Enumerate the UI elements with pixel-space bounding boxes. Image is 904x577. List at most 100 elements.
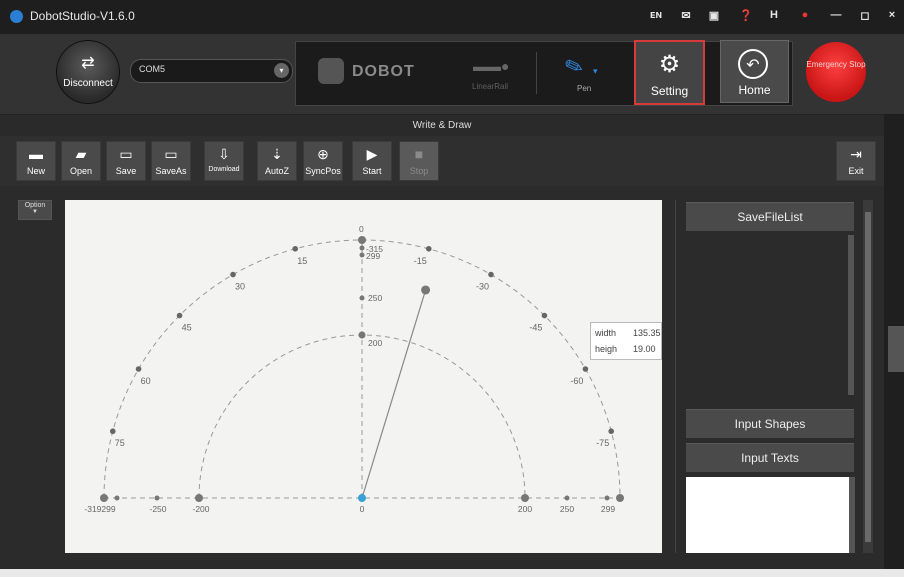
status-bar <box>0 569 904 577</box>
home-label: Home <box>738 83 771 97</box>
axis-label: 200 <box>368 338 382 348</box>
axis-point <box>359 245 365 251</box>
minimize-icon[interactable]: — <box>828 9 844 21</box>
download-label: Download <box>208 166 240 173</box>
dropdown-icon[interactable]: ▾ <box>274 63 289 78</box>
file-list[interactable] <box>686 232 854 402</box>
baseline-point <box>521 494 529 502</box>
baseline-point <box>195 494 203 502</box>
axis-label: 0 <box>359 224 364 234</box>
autoz-button[interactable]: ⇣ AutoZ <box>257 141 297 181</box>
play-icon: ▶ <box>366 146 378 162</box>
h-icon[interactable]: H <box>766 9 782 21</box>
text-input-area[interactable] <box>686 477 849 553</box>
chevron-down-icon: ▼ <box>32 209 38 215</box>
option-dropdown[interactable]: Option ▼ <box>18 200 52 220</box>
drawing-canvas[interactable]: 15 30 45 60 75 -15 -30 -45 -60 -75 0 -315 299 250 200-… <box>65 200 662 553</box>
axis-point <box>358 331 366 339</box>
axis-point <box>359 252 365 258</box>
baseline-label: -319299 <box>84 504 115 514</box>
input-texts-button[interactable]: Input Texts <box>686 443 854 472</box>
maximize-icon[interactable]: ◻ <box>857 9 873 22</box>
stop-button[interactable]: ■ Stop <box>399 141 439 181</box>
section-header: Write & Draw <box>0 114 884 137</box>
arm-endpoint[interactable] <box>421 285 431 295</box>
savefilelist-button[interactable]: SaveFileList <box>686 202 854 231</box>
start-button[interactable]: ▶ Start <box>352 141 392 181</box>
new-icon: ▬ <box>29 146 43 162</box>
save-button[interactable]: ▭ Save <box>106 141 146 181</box>
panel-scrollbar[interactable] <box>863 200 873 553</box>
help-icon[interactable]: ❓ <box>738 9 754 22</box>
save-icon[interactable]: ▣ <box>706 9 722 22</box>
file-list-scrollbar[interactable] <box>848 235 854 395</box>
baseline-label: 0 <box>360 504 365 514</box>
angle-tick <box>135 366 142 372</box>
open-label: Open <box>69 166 93 176</box>
angle-tick <box>292 245 299 252</box>
baseline-label: -200 <box>192 504 209 514</box>
emergency-stop-button[interactable]: Emergency Stop <box>806 42 866 102</box>
port-value: COM5 <box>139 64 166 74</box>
download-icon: ⇩ <box>218 146 230 162</box>
angle-tick <box>425 245 432 252</box>
workspace-polar-plot[interactable]: 1530456075-15-30-45-60-750-315299250200-… <box>65 200 662 553</box>
arm-line <box>361 289 427 499</box>
home-button[interactable]: ↶ Home <box>720 40 789 103</box>
input-shapes-button[interactable]: Input Shapes <box>686 409 854 438</box>
save-icon: ▭ <box>119 146 133 162</box>
setting-button[interactable]: ⚙ Setting <box>634 40 705 105</box>
mail-icon[interactable]: ✉ <box>678 9 694 22</box>
axis-point <box>359 295 365 301</box>
saveas-label: SaveAs <box>155 166 187 176</box>
text-scrollbar[interactable] <box>849 477 855 553</box>
scroll-thumb[interactable] <box>865 212 871 542</box>
baseline-point <box>604 495 610 501</box>
divider <box>536 52 537 94</box>
start-label: Start <box>362 166 382 176</box>
baseline-label: 200 <box>518 504 532 514</box>
exit-label: Exit <box>848 166 864 176</box>
angle-label: 75 <box>115 438 125 448</box>
disconnect-button[interactable]: ⇄ Disconnect <box>56 40 120 104</box>
download-button[interactable]: ⇩ Download <box>204 141 244 181</box>
angle-label: 45 <box>182 323 192 333</box>
stop-label: Stop <box>409 166 429 176</box>
linear-rail-icon[interactable]: ▬▬● <box>473 58 509 74</box>
angle-label: 15 <box>297 256 307 266</box>
setting-label: Setting <box>650 84 689 98</box>
angle-tick <box>608 428 615 435</box>
folder-icon: ▰ <box>75 146 87 162</box>
syncpos-label: SyncPos <box>305 166 341 176</box>
option-label: Option <box>24 202 46 209</box>
disconnect-label: Disconnect <box>63 78 113 89</box>
saveas-icon: ▭ <box>164 146 178 162</box>
baseline-point <box>616 494 624 502</box>
skin-icon[interactable]: ● <box>797 9 813 21</box>
angle-label: -30 <box>476 282 489 292</box>
language-icon[interactable]: ᴇɴ <box>648 9 664 21</box>
open-button[interactable]: ▰ Open <box>61 141 101 181</box>
syncpos-button[interactable]: ⊕ SyncPos <box>303 141 343 181</box>
workspace-labels: 1530456075-15-30-45-60-750-315299250200-… <box>84 224 615 514</box>
plug-icon: ⇄ <box>81 55 95 72</box>
section-title: Write & Draw <box>412 120 472 131</box>
baseline-label: 250 <box>560 504 574 514</box>
close-icon[interactable]: × <box>884 9 900 21</box>
port-select[interactable]: COM5 ▾ <box>130 59 293 83</box>
exit-button[interactable]: ⇥ Exit <box>836 141 876 181</box>
end-effector-label: Pen <box>577 84 592 93</box>
chevron-down-icon[interactable]: ▾ <box>593 66 598 77</box>
baseline-point <box>100 494 108 502</box>
new-label: New <box>26 166 45 176</box>
angle-label: 60 <box>141 376 151 386</box>
angle-tick <box>109 428 116 435</box>
baseline-label: -250 <box>149 504 166 514</box>
saveas-button[interactable]: ▭ SaveAs <box>151 141 191 181</box>
collapse-tab[interactable] <box>888 326 904 372</box>
angle-tick <box>582 366 589 372</box>
axis-label: 250 <box>368 293 382 303</box>
new-button[interactable]: ▬ New <box>16 141 56 181</box>
window-title: DobotStudio-V1.6.0 <box>30 9 135 23</box>
angle-tick <box>230 271 236 278</box>
